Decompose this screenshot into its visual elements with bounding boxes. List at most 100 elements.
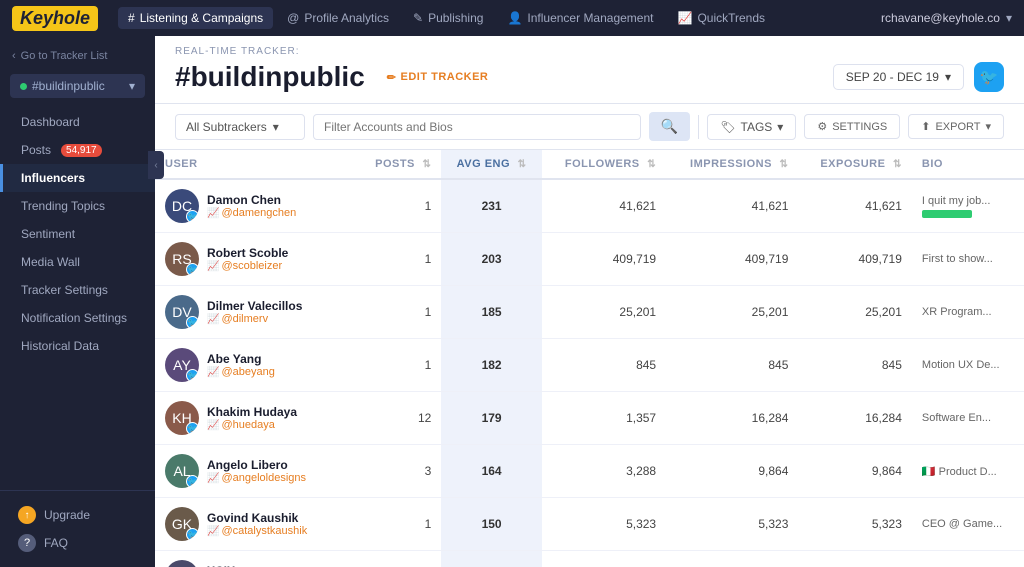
followers-cell-4: 1,357: [542, 392, 666, 445]
faq-btn[interactable]: ? FAQ: [12, 529, 143, 557]
table-row: DV 🐦 Dilmer Valecillos 📈 @dilmerv 1 185 …: [155, 286, 1024, 339]
user-name-3[interactable]: Abe Yang: [207, 352, 275, 366]
table-wrap[interactable]: USER POSTS ⇅ AVG ENG ⇅ FOLLOWERS ⇅: [155, 150, 1024, 567]
date-range-label: SEP 20 - DEC 19: [846, 70, 939, 84]
followers-cell-6: 5,323: [542, 498, 666, 551]
user-cell-5: AL 🐦 Angelo Libero 📈 @angeloldesigns: [155, 445, 356, 498]
user-handle-2[interactable]: 📈 @dilmerv: [207, 313, 302, 325]
settings-button[interactable]: ⚙ SETTINGS: [804, 114, 900, 139]
upgrade-btn[interactable]: ↑ Upgrade: [12, 501, 143, 529]
sidebar-item-dashboard[interactable]: Dashboard: [0, 108, 155, 136]
filter-input[interactable]: [313, 114, 641, 140]
avg-eng-cell-6: 150: [441, 498, 541, 551]
divider: [698, 115, 699, 139]
subtrackers-select[interactable]: All Subtrackers ▾: [175, 114, 305, 140]
date-range-picker[interactable]: SEP 20 - DEC 19 ▾: [833, 64, 964, 90]
sidebar-back-btn[interactable]: ‹ Go to Tracker List: [0, 44, 155, 68]
export-icon: ⬆: [921, 120, 930, 133]
sidebar-tracker-label[interactable]: #buildinpublic ▾: [10, 74, 145, 98]
edit-tracker-btn[interactable]: ✏ EDIT TRACKER: [387, 71, 489, 84]
user-name-6[interactable]: Govind Kaushik: [207, 511, 307, 525]
avg-eng-cell-4: 179: [441, 392, 541, 445]
user-handle-1[interactable]: 📈 @scobleizer: [207, 260, 288, 272]
twitter-badge-2: 🐦: [186, 316, 199, 329]
user-handle-4[interactable]: 📈 @huedaya: [207, 419, 297, 431]
nav-item-publishing[interactable]: ✎ Publishing: [403, 7, 493, 29]
sidebar-item-posts[interactable]: Posts 54,917: [0, 136, 155, 164]
user-handle-0[interactable]: 📈 @damengchen: [207, 207, 296, 219]
col-user[interactable]: USER: [155, 150, 356, 179]
table-row: DC 🐦 Damon Chen 📈 @damengchen 1 231 41,6…: [155, 179, 1024, 233]
logo[interactable]: Keyhole: [12, 6, 98, 31]
user-name-2[interactable]: Dilmer Valecillos: [207, 299, 302, 313]
user-email[interactable]: rchavane@keyhole.co: [881, 11, 1000, 25]
sidebar-item-trending-topics[interactable]: Trending Topics: [0, 192, 155, 220]
influencers-label: Influencers: [21, 171, 85, 185]
user-handle-6[interactable]: 📈 @catalystkaushik: [207, 525, 307, 537]
user-chevron[interactable]: ▾: [1006, 11, 1012, 25]
followers-cell-5: 3,288: [542, 445, 666, 498]
sidebar-menu: Dashboard Posts 54,917 Influencers Trend…: [0, 104, 155, 490]
sidebar-collapse-btn[interactable]: ‹: [148, 151, 164, 179]
user-handle-3[interactable]: 📈 @abeyang: [207, 366, 275, 378]
posts-label: Posts: [21, 143, 51, 157]
sidebar-item-media-wall[interactable]: Media Wall: [0, 248, 155, 276]
user-name-1[interactable]: Robert Scoble: [207, 246, 288, 260]
avatar-2: DV 🐦: [165, 295, 199, 329]
posts-sort-icon: ⇅: [422, 159, 431, 170]
impressions-cell-3: 845: [666, 339, 798, 392]
sidebar-item-historical-data[interactable]: Historical Data: [0, 332, 155, 360]
bio-cell-5: 🇮🇹 Product D...: [912, 445, 1024, 498]
table-row: X 🐦 XCIX 📈 @kmcn_ploy 1 129 108 108 108 …: [155, 551, 1024, 567]
avg-eng-cell-1: 203: [441, 233, 541, 286]
nav-item-quicktrends[interactable]: 📈 QuickTrends: [667, 7, 775, 29]
user-name-5[interactable]: Angelo Libero: [207, 458, 306, 472]
avg-eng-cell-2: 185: [441, 286, 541, 339]
settings-label: SETTINGS: [832, 121, 887, 133]
col-impressions[interactable]: IMPRESSIONS ⇅: [666, 150, 798, 179]
sidebar-tracker-section: #buildinpublic ▾: [0, 68, 155, 104]
exposure-cell-7: 108: [798, 551, 912, 567]
impressions-cell-1: 409,719: [666, 233, 798, 286]
tracker-title: #buildinpublic: [175, 61, 365, 93]
impressions-cell-7: 108: [666, 551, 798, 567]
search-button[interactable]: 🔍: [649, 112, 690, 141]
user-cell-6: GK 🐦 Govind Kaushik 📈 @catalystkaushik: [155, 498, 356, 551]
subtrackers-chevron-icon: ▾: [273, 120, 279, 134]
publishing-icon: ✎: [413, 11, 423, 25]
nav-item-profile[interactable]: @ Profile Analytics: [277, 7, 399, 29]
table-row: RS 🐦 Robert Scoble 📈 @scobleizer 1 203 4…: [155, 233, 1024, 286]
body-wrap: ‹ Go to Tracker List #buildinpublic ▾ Da…: [0, 36, 1024, 567]
twitter-badge-1: 🐦: [186, 263, 199, 276]
filters-row: All Subtrackers ▾ 🔍 🏷 TAGS ▾ ⚙ SETTINGS …: [155, 104, 1024, 150]
twitter-badge-3: 🐦: [186, 369, 199, 382]
user-name-0[interactable]: Damon Chen: [207, 193, 296, 207]
tracker-dot: #buildinpublic: [20, 79, 105, 93]
twitter-badge-6: 🐦: [186, 528, 199, 541]
bio-cell-0: I quit my job...: [912, 179, 1024, 233]
col-exposure[interactable]: EXPOSURE ⇅: [798, 150, 912, 179]
user-name-4[interactable]: Khakim Hudaya: [207, 405, 297, 419]
tracker-chevron: ▾: [129, 79, 135, 93]
nav-item-influencer[interactable]: 👤 Influencer Management: [497, 7, 663, 29]
user-handle-5[interactable]: 📈 @angeloldesigns: [207, 472, 306, 484]
avatar-3: AY 🐦: [165, 348, 199, 382]
followers-cell-2: 25,201: [542, 286, 666, 339]
avg-eng-cell-7: 129: [441, 551, 541, 567]
exposure-cell-2: 25,201: [798, 286, 912, 339]
nav-item-listening[interactable]: # Listening & Campaigns: [118, 7, 273, 29]
sidebar-item-sentiment[interactable]: Sentiment: [0, 220, 155, 248]
exposure-cell-6: 5,323: [798, 498, 912, 551]
table-row: KH 🐦 Khakim Hudaya 📈 @huedaya 12 179 1,3…: [155, 392, 1024, 445]
user-cell-7: X 🐦 XCIX 📈 @kmcn_ploy: [155, 551, 356, 567]
tags-button[interactable]: 🏷 TAGS ▾: [707, 114, 796, 140]
sidebar-item-tracker-settings[interactable]: Tracker Settings: [0, 276, 155, 304]
sidebar-item-notification-settings[interactable]: Notification Settings: [0, 304, 155, 332]
sidebar-item-influencers[interactable]: Influencers: [0, 164, 155, 192]
export-button[interactable]: ⬆ EXPORT ▾: [908, 114, 1004, 139]
col-posts[interactable]: POSTS ⇅: [356, 150, 441, 179]
col-avg-eng[interactable]: AVG ENG ⇅: [441, 150, 541, 179]
influencers-table: USER POSTS ⇅ AVG ENG ⇅ FOLLOWERS ⇅: [155, 150, 1024, 567]
bio-cell-1: First to show...: [912, 233, 1024, 286]
col-followers[interactable]: FOLLOWERS ⇅: [542, 150, 666, 179]
